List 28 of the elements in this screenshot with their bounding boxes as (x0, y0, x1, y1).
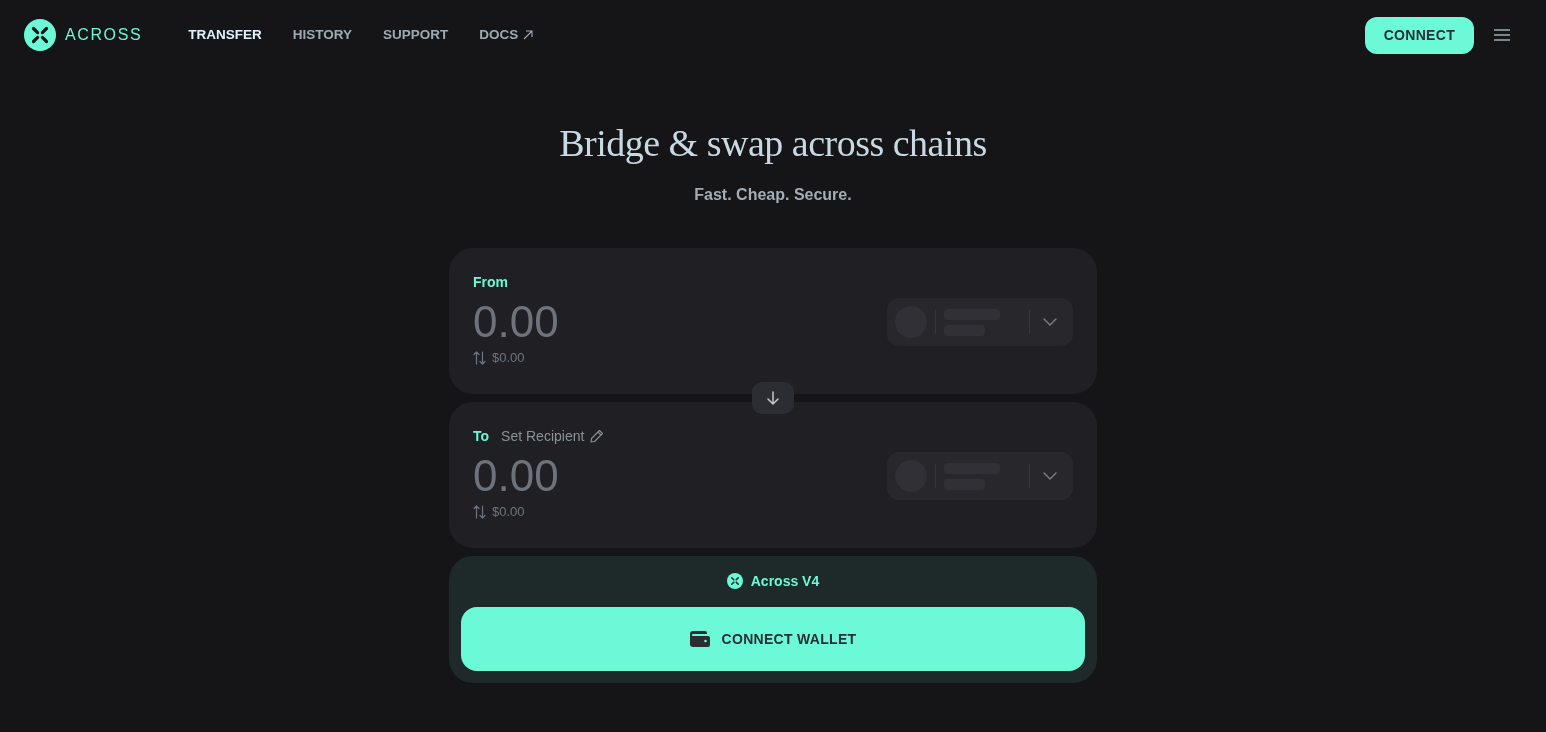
nav-link[interactable]: SUPPORT (382, 25, 449, 45)
set-recipient-link[interactable]: Set Recipient (501, 426, 605, 446)
field-label: To (473, 427, 490, 446)
arrow-down-icon (767, 391, 779, 405)
menu-icon[interactable] (1494, 29, 1510, 41)
nav-link[interactable]: DOCS (479, 25, 534, 45)
chevron-down-icon (1043, 318, 1057, 326)
page-subtitle: Fast. Cheap. Secure. (693, 185, 853, 205)
connect-wallet-button[interactable]: CONNECT WALLET (461, 607, 1085, 671)
nav-link[interactable]: HISTORY (292, 25, 352, 45)
logo-icon (24, 19, 56, 51)
connect-button[interactable]: CONNECT (1364, 16, 1474, 54)
version-label: Across V4 (750, 572, 820, 591)
swap-arrows-icon[interactable] (473, 351, 486, 365)
across-logo-icon (726, 573, 743, 589)
usd-value: $0.00 (492, 503, 525, 521)
pencil-icon (590, 429, 605, 443)
wallet-icon (689, 631, 710, 647)
swap-direction-button[interactable] (752, 382, 794, 414)
amount-input[interactable]: 0.00 (473, 298, 773, 346)
amount-input[interactable]: 0.00 (473, 452, 773, 500)
swap-arrows-icon[interactable] (473, 505, 486, 519)
chevron-down-icon (1043, 472, 1057, 480)
field-label: From (473, 273, 508, 292)
nav-link[interactable]: TRANSFER (188, 25, 262, 45)
home-logo-link[interactable]: ACROSS (24, 19, 143, 51)
page-title: Bridge & swap across chains (558, 121, 988, 166)
usd-value: $0.00 (492, 349, 525, 367)
